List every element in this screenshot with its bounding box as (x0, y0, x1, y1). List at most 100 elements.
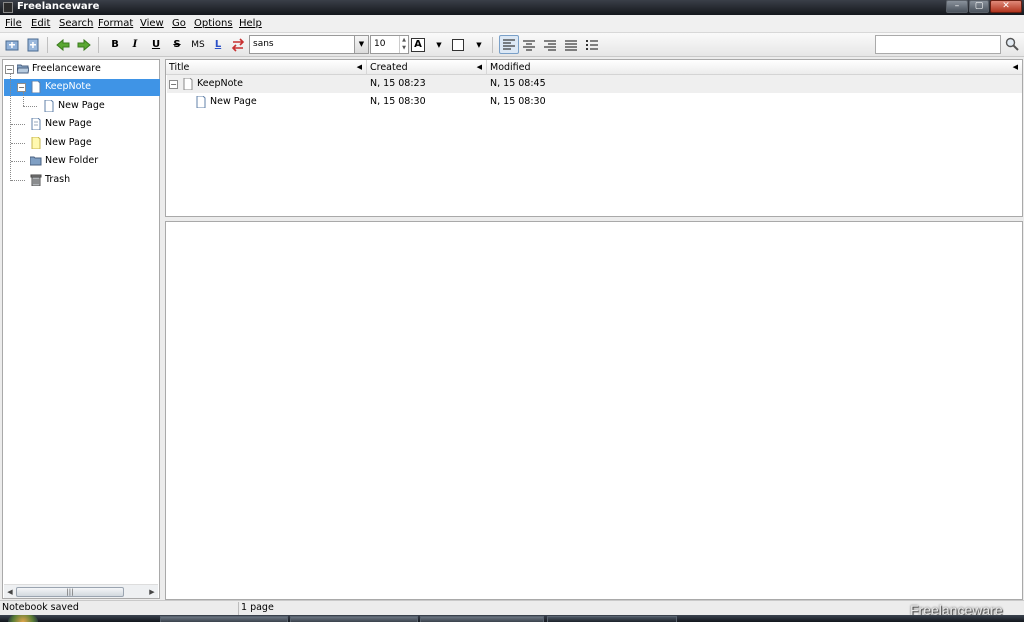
minimize-button[interactable]: – (946, 0, 968, 13)
page-list: Title ◀ Created ◀ Modified ◀ − KeepNote … (165, 59, 1023, 217)
toolbar-separator (492, 37, 493, 53)
toolbar-separator (98, 37, 99, 53)
underline-button[interactable]: U (148, 37, 164, 53)
tree-item-keepnote[interactable]: − KeepNote (3, 78, 159, 96)
monospace-button[interactable]: MS (189, 37, 207, 53)
collapse-icon[interactable]: − (5, 65, 14, 74)
taskbar (0, 615, 1024, 622)
align-left-button[interactable] (499, 35, 519, 54)
folder-open-icon (16, 63, 30, 75)
column-header-title[interactable]: Title ◀ (166, 60, 366, 75)
new-notebook-icon[interactable] (4, 37, 20, 53)
taskbar-button[interactable] (290, 616, 418, 622)
page-editor[interactable] (165, 221, 1023, 600)
column-header-label: Modified (490, 62, 531, 73)
row-title: New Page (210, 96, 257, 107)
font-family-select[interactable]: sans ▼ (249, 35, 369, 54)
bold-button[interactable]: B (107, 37, 123, 53)
search-input[interactable] (875, 35, 1001, 54)
bullet-list-icon[interactable] (584, 37, 600, 53)
tree-item-new-page-1[interactable]: New Page (3, 115, 159, 133)
column-header-label: Title (169, 62, 190, 73)
sort-arrow-icon: ◀ (1012, 63, 1018, 71)
close-button[interactable]: ✕ (990, 0, 1022, 13)
background-color-button[interactable] (452, 39, 464, 51)
page-icon (30, 80, 42, 94)
tree-item-new-folder[interactable]: New Folder (3, 152, 159, 170)
background-color-dropdown-icon[interactable]: ▼ (471, 37, 487, 53)
tree-item-label: KeepNote (45, 81, 91, 92)
maximize-button[interactable]: ▢ (969, 0, 989, 13)
start-button[interactable] (8, 615, 38, 622)
collapse-icon[interactable]: − (169, 80, 178, 89)
menu-format[interactable]: Format (98, 18, 133, 29)
menu-edit[interactable]: Edit (31, 18, 50, 29)
scroll-right-icon[interactable]: ▶ (146, 586, 158, 598)
trash-icon (30, 174, 42, 187)
font-family-dropdown-icon[interactable]: ▼ (354, 36, 368, 53)
window-title: Freelanceware (17, 1, 100, 12)
tree-item-new-page-child[interactable]: New Page (3, 97, 159, 115)
align-right-icon[interactable] (542, 37, 558, 53)
tree-item-label: New Folder (45, 155, 99, 166)
tree-item-new-page-2[interactable]: New Page (3, 134, 159, 152)
tree-item-label: Trash (45, 174, 71, 185)
row-title: KeepNote (197, 78, 243, 89)
font-size-spinner[interactable]: 10 ▲ ▼ (370, 35, 409, 54)
table-row[interactable]: − KeepNote N, 15 08:23 N, 15 08:45 (167, 75, 1022, 93)
scroll-left-icon[interactable]: ◀ (4, 586, 16, 598)
menu-file[interactable]: File (5, 18, 22, 29)
tree-item-root[interactable]: − Freelanceware (3, 60, 159, 78)
taskbar-button[interactable] (160, 616, 288, 622)
row-created: N, 15 08:30 (370, 96, 426, 107)
new-page-icon[interactable] (25, 37, 41, 53)
italic-button[interactable]: I (127, 37, 143, 53)
forward-arrow-icon[interactable] (76, 37, 92, 53)
status-message: Notebook saved (2, 602, 79, 613)
sort-arrow-icon: ◀ (356, 63, 362, 71)
tree-horizontal-scrollbar[interactable]: ◀ ||| ▶ (4, 584, 158, 598)
column-header-label: Created (370, 62, 408, 73)
font-color-button[interactable]: A (411, 38, 425, 52)
link-button[interactable]: L (210, 37, 226, 53)
clear-format-icon[interactable] (230, 37, 246, 53)
search-icon[interactable] (1005, 37, 1019, 51)
font-color-dropdown-icon[interactable]: ▼ (431, 37, 447, 53)
page-icon (30, 117, 42, 131)
collapse-icon[interactable]: − (17, 83, 26, 92)
menu-options[interactable]: Options (194, 18, 233, 29)
align-center-icon[interactable] (521, 37, 537, 53)
row-created: N, 15 08:23 (370, 78, 426, 89)
tree-item-label: New Page (58, 100, 105, 111)
justify-icon[interactable] (563, 37, 579, 53)
title-bar: Freelanceware – ▢ ✕ (0, 0, 1024, 15)
scrollbar-thumb[interactable]: ||| (16, 587, 124, 597)
tree-item-label: Freelanceware (32, 63, 101, 74)
page-icon (195, 95, 207, 109)
menu-help[interactable]: Help (239, 18, 262, 29)
strikethrough-button[interactable]: S (169, 37, 185, 53)
taskbar-button-active[interactable] (547, 616, 677, 622)
menu-bar: File Edit Search Format View Go Options … (0, 15, 1024, 33)
tree-item-label: New Page (45, 137, 92, 148)
tree-item-trash[interactable]: Trash (3, 171, 159, 189)
column-header-created[interactable]: Created ◀ (366, 60, 486, 75)
page-icon (43, 99, 55, 113)
font-size-spin-arrows-icon[interactable]: ▲ ▼ (399, 36, 408, 53)
status-divider (238, 602, 239, 615)
toolbar-separator (47, 37, 48, 53)
font-size-value: 10 (374, 39, 386, 49)
menu-view[interactable]: View (140, 18, 164, 29)
back-arrow-icon[interactable] (55, 37, 71, 53)
status-bar: Notebook saved 1 page (0, 600, 1024, 615)
menu-go[interactable]: Go (172, 18, 186, 29)
menu-search[interactable]: Search (59, 18, 93, 29)
folder-icon (29, 155, 42, 167)
column-header-modified[interactable]: Modified ◀ (486, 60, 1022, 75)
row-modified: N, 15 08:30 (490, 96, 546, 107)
row-modified: N, 15 08:45 (490, 78, 546, 89)
tree-item-label: New Page (45, 118, 92, 129)
sort-arrow-icon: ◀ (476, 63, 482, 71)
table-row[interactable]: New Page N, 15 08:30 N, 15 08:30 (167, 93, 1022, 111)
taskbar-button[interactable] (420, 616, 544, 622)
